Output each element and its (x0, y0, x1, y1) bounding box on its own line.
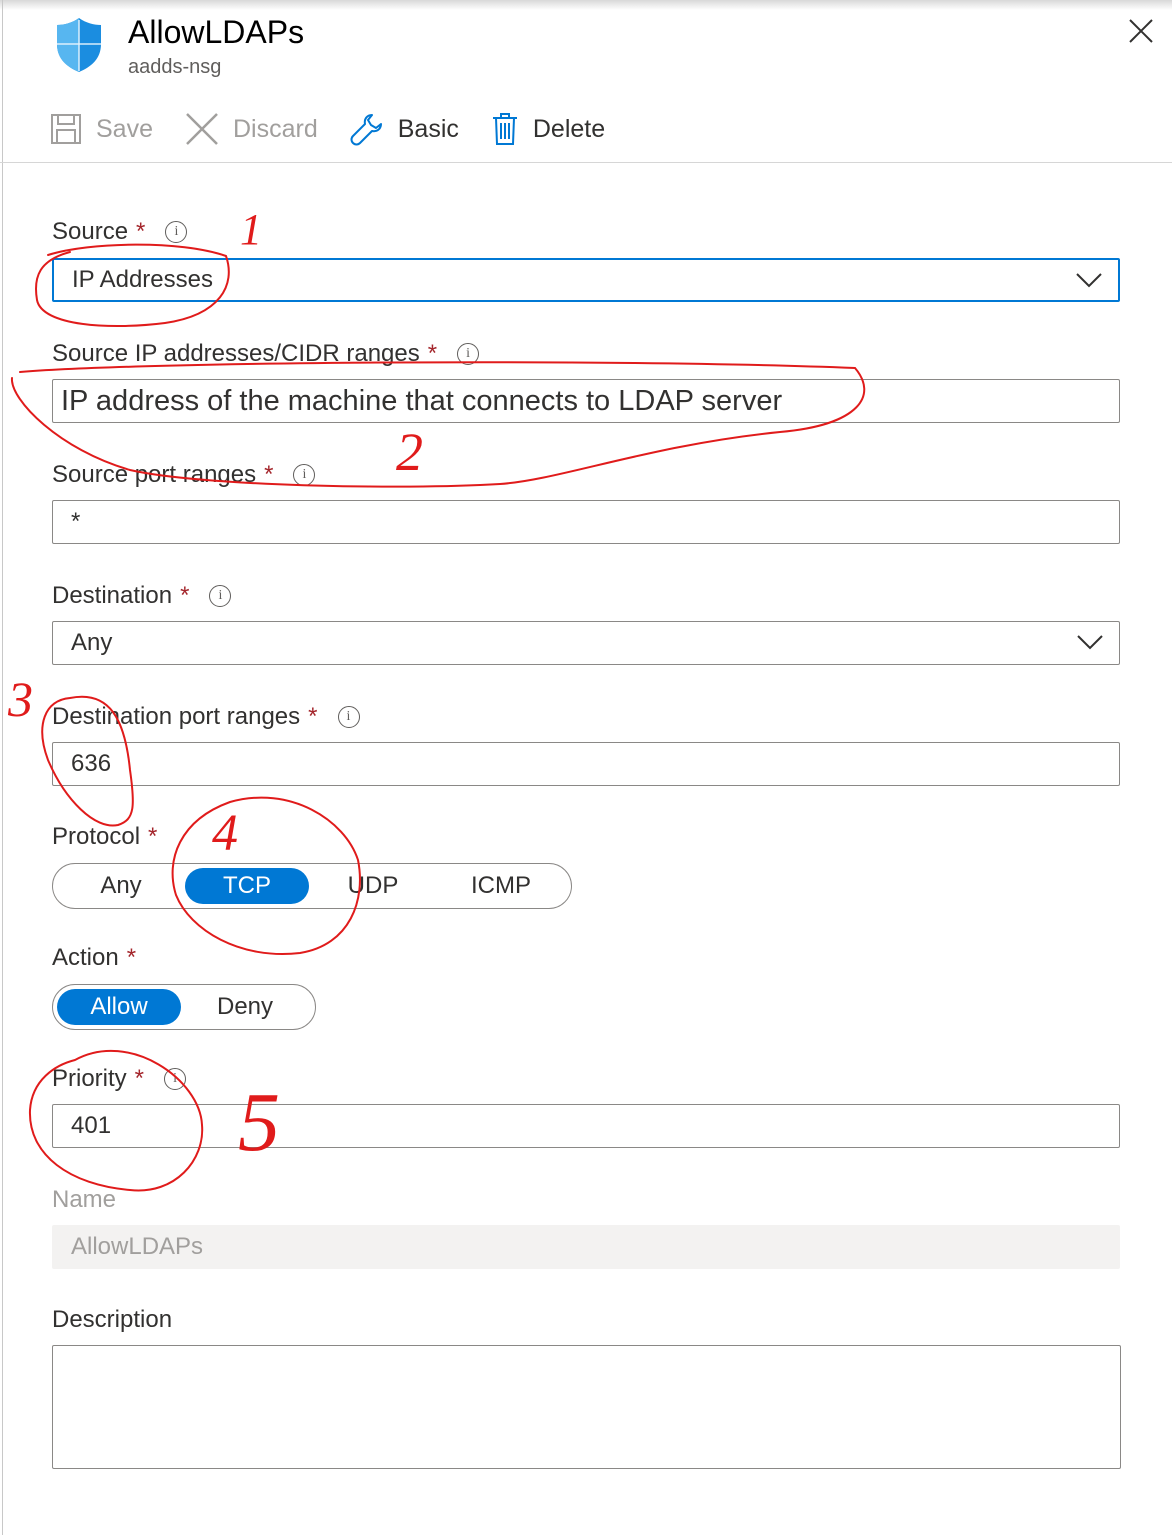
wrench-icon (350, 114, 382, 146)
shield-icon (57, 18, 101, 72)
description-label: Description (52, 1306, 172, 1334)
info-icon[interactable]: i (164, 1068, 187, 1090)
priority-label-text: Priority (52, 1065, 127, 1092)
save-button[interactable]: Save (50, 113, 153, 145)
close-icon[interactable] (1126, 16, 1156, 46)
delete-button[interactable]: Delete (491, 112, 605, 146)
protocol-option-tcp[interactable]: TCP (185, 868, 309, 904)
dest-port-input[interactable]: 636 (52, 742, 1120, 786)
save-label: Save (96, 114, 153, 143)
description-textarea[interactable] (52, 1345, 1121, 1469)
dest-port-label: Destination port ranges * i (52, 703, 360, 731)
source-label-text: Source (52, 218, 129, 245)
action-toggle: Allow Deny (52, 984, 316, 1030)
source-label: Source * i (52, 218, 188, 246)
required-asterisk: * (126, 944, 137, 971)
source-port-label: Source port ranges * i (52, 461, 316, 489)
chevron-down-icon (1077, 635, 1103, 650)
description-label-text: Description (52, 1306, 173, 1333)
source-dropdown[interactable]: IP Addresses (52, 258, 1120, 302)
source-port-value: * (71, 508, 81, 535)
source-port-input[interactable]: * (52, 500, 1120, 544)
source-ip-value: IP address of the machine that connects … (61, 384, 783, 417)
action-option-allow[interactable]: Allow (57, 989, 181, 1025)
source-ip-input[interactable]: IP address of the machine that connects … (52, 379, 1120, 423)
name-value: AllowLDAPs (71, 1233, 204, 1260)
delete-label: Delete (532, 114, 606, 143)
chevron-down-icon (1076, 273, 1102, 288)
required-asterisk: * (264, 461, 274, 488)
required-asterisk: * (148, 823, 158, 850)
destination-value: Any (71, 629, 113, 656)
destination-dropdown[interactable]: Any (52, 621, 1120, 665)
command-bar: Save Discard Basic Delete (50, 104, 637, 154)
basic-button[interactable]: Basic (350, 112, 459, 146)
required-asterisk: * (308, 703, 318, 730)
info-icon[interactable]: i (337, 706, 360, 728)
toolbar-divider (0, 162, 1172, 163)
protocol-toggle: Any TCP UDP ICMP (52, 863, 572, 909)
source-ip-label: Source IP addresses/CIDR ranges * i (52, 340, 480, 368)
protocol-option-udp[interactable]: UDP (309, 868, 437, 904)
action-label: Action * (52, 944, 136, 972)
action-option-deny[interactable]: Deny (181, 989, 309, 1025)
dest-port-label-text: Destination port ranges (52, 703, 301, 730)
priority-input[interactable]: 401 (52, 1104, 1120, 1148)
action-label-text: Action (52, 944, 119, 971)
basic-label: Basic (397, 114, 459, 143)
priority-label: Priority * i (52, 1065, 187, 1093)
save-icon (51, 114, 81, 144)
info-icon[interactable]: i (209, 585, 232, 607)
protocol-option-icmp[interactable]: ICMP (437, 868, 565, 904)
protocol-label-text: Protocol (52, 823, 141, 850)
required-asterisk: * (427, 340, 438, 367)
protocol-label: Protocol * (52, 823, 157, 851)
source-ip-label-text: Source IP addresses/CIDR ranges (52, 340, 420, 367)
annotation-number-1: 1 (240, 205, 262, 254)
discard-button[interactable]: Discard (185, 112, 318, 146)
annotation-number-3: 3 (7, 671, 33, 727)
priority-value: 401 (71, 1112, 112, 1139)
discard-label: Discard (232, 114, 318, 143)
source-port-label-text: Source port ranges (52, 461, 257, 488)
left-border (2, 0, 3, 1535)
top-shadow (0, 0, 1172, 10)
name-label: Name (52, 1186, 116, 1214)
protocol-option-any[interactable]: Any (57, 868, 185, 904)
trash-icon (492, 113, 517, 145)
required-asterisk: * (136, 218, 146, 245)
info-icon[interactable]: i (457, 343, 480, 365)
info-icon[interactable]: i (165, 221, 188, 243)
destination-label: Destination * i (52, 582, 232, 610)
annotation-number-4: 4 (212, 805, 238, 862)
discard-icon (186, 113, 218, 145)
page-title: AllowLDAPs (128, 14, 305, 50)
name-input: AllowLDAPs (52, 1225, 1120, 1269)
destination-label-text: Destination (52, 582, 173, 609)
source-value: IP Addresses (72, 266, 213, 293)
info-icon[interactable]: i (293, 464, 316, 486)
dest-port-value: 636 (71, 750, 112, 777)
required-asterisk: * (180, 582, 190, 609)
annotation-number-2: 2 (396, 422, 423, 482)
name-label-text: Name (52, 1186, 117, 1213)
required-asterisk: * (134, 1065, 145, 1092)
page-subtitle: aadds-nsg (128, 56, 222, 78)
